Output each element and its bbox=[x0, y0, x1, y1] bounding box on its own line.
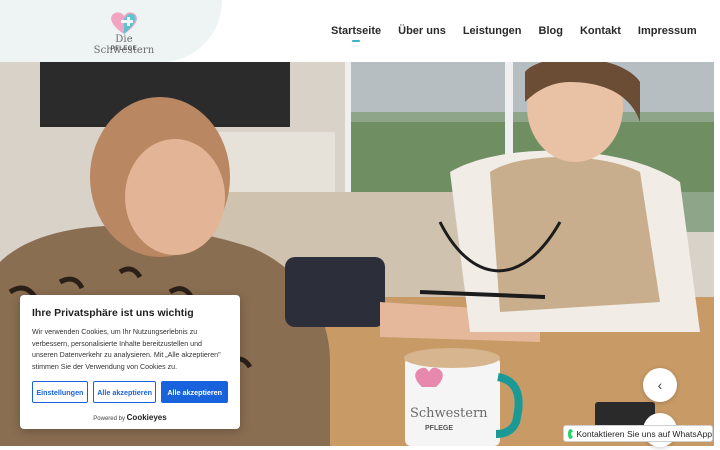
whatsapp-icon bbox=[568, 428, 576, 439]
logo-name: Die Schwestern bbox=[93, 34, 155, 56]
chevron-left-icon: ‹ bbox=[657, 377, 663, 393]
whatsapp-label: Kontaktieren Sie uns auf WhatsApp bbox=[576, 428, 712, 439]
mug-subtitle: PFLEGE bbox=[425, 425, 453, 432]
heart-logo-icon bbox=[111, 12, 137, 34]
mug-text: Schwestern bbox=[410, 406, 488, 421]
cookie-settings-button[interactable]: Einstellungen bbox=[32, 381, 88, 404]
site-header: Die Schwestern PFLEGE Startseite Über un… bbox=[0, 0, 720, 62]
cookie-accept-all-outline-button[interactable]: Alle akzeptieren bbox=[92, 381, 157, 404]
cookie-title: Ihre Privatsphäre ist uns wichtig bbox=[32, 307, 194, 319]
logo-subtitle: PFLEGE bbox=[110, 46, 138, 52]
nav-item-impressum[interactable]: Impressum bbox=[638, 25, 697, 37]
nav-item-startseite[interactable]: Startseite bbox=[331, 25, 381, 42]
main-nav: Startseite Über uns Leistungen Blog Kont… bbox=[331, 25, 714, 42]
nav-item-kontakt[interactable]: Kontakt bbox=[580, 25, 621, 37]
cookie-powered-by: Powered by Cookieyes bbox=[32, 413, 228, 422]
cookieyes-logo: Cookieyes bbox=[126, 413, 167, 423]
nav-item-leistungen[interactable]: Leistungen bbox=[463, 25, 522, 37]
cookie-consent-banner: Ihre Privatsphäre ist uns wichtig Wir ve… bbox=[20, 295, 240, 429]
cookie-buttons: Einstellungen Alle akzeptieren Alle akze… bbox=[32, 381, 228, 404]
cookie-description: Wir verwenden Cookies, um Ihr Nutzungser… bbox=[32, 328, 221, 371]
nav-item-blog[interactable]: Blog bbox=[539, 25, 563, 37]
nav-item-ueber-uns[interactable]: Über uns bbox=[398, 25, 446, 37]
whatsapp-contact-button[interactable]: Kontaktieren Sie uns auf WhatsApp bbox=[563, 425, 713, 442]
powered-by-label: Powered by bbox=[93, 416, 125, 423]
slider-prev-button[interactable]: ‹ bbox=[643, 368, 677, 402]
logo[interactable]: Die Schwestern PFLEGE bbox=[88, 10, 160, 56]
cookie-accept-all-button[interactable]: Alle akzeptieren bbox=[161, 381, 228, 404]
